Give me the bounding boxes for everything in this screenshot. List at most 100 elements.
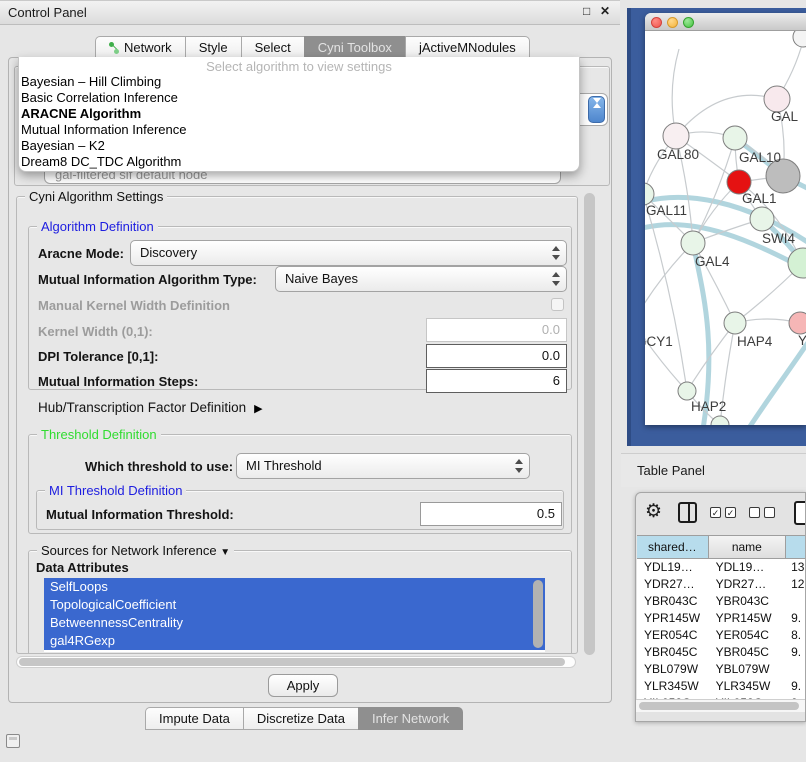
- which-threshold-combobox[interactable]: MI Threshold: [236, 453, 530, 479]
- column-header[interactable]: shared…: [637, 535, 709, 559]
- table-hscroll-thumb[interactable]: [639, 702, 799, 710]
- column-header[interactable]: name: [709, 535, 787, 559]
- kernel-width-label: Kernel Width (0,1):: [38, 324, 153, 339]
- table-cell: YDR27…: [637, 576, 709, 593]
- attribute-list-scrollbar[interactable]: [533, 580, 543, 648]
- hub-section-toggle[interactable]: Hub/Transcription Factor Definition▶: [38, 400, 263, 415]
- network-node[interactable]: [711, 416, 729, 425]
- aracne-mode-combobox[interactable]: Discovery: [130, 240, 567, 266]
- attribute-item[interactable]: BetweennessCentrality: [44, 614, 545, 632]
- mi-steps-label: Mutual Information Steps:: [38, 374, 198, 389]
- collapsed-panel-icon[interactable]: [6, 734, 20, 748]
- mi-type-combobox[interactable]: Naive Bayes: [275, 266, 567, 292]
- manual-kernel-checkbox[interactable]: [551, 298, 564, 311]
- network-graph[interactable]: GALGAL80GAL10GAL1GAL11SWI4GAL4GCY1HAP4YH…: [645, 31, 806, 425]
- network-edge[interactable]: [645, 322, 687, 391]
- table-row[interactable]: YBR045CYBR045C9.: [637, 644, 806, 661]
- unchecked-checkbox-icon[interactable]: [764, 507, 775, 518]
- network-node[interactable]: [663, 123, 689, 149]
- zoom-traffic-light[interactable]: [683, 17, 694, 28]
- minimize-traffic-light[interactable]: [667, 17, 678, 28]
- tab-network[interactable]: Network: [95, 36, 185, 59]
- algorithm-option[interactable]: Bayesian – Hill Climbing: [19, 74, 579, 90]
- table-horizontal-scrollbar[interactable]: [636, 699, 805, 712]
- close-traffic-light[interactable]: [651, 17, 662, 28]
- network-node[interactable]: [750, 207, 774, 231]
- tab-cyni-toolbox[interactable]: Cyni Toolbox: [304, 36, 405, 59]
- tab-style[interactable]: Style: [185, 36, 241, 59]
- tab-select[interactable]: Select: [241, 36, 304, 59]
- algorithm-option[interactable]: Dream8 DC_TDC Algorithm: [19, 154, 579, 170]
- node-label: HAP2: [691, 399, 726, 414]
- table-row[interactable]: YLR345WYLR345W9.: [637, 678, 806, 695]
- network-edge[interactable]: [645, 243, 693, 322]
- table-cell: YBR043C: [637, 593, 709, 610]
- settings-vertical-scrollbar[interactable]: [584, 193, 595, 655]
- unchecked-checkbox-icon[interactable]: [749, 507, 760, 518]
- network-node[interactable]: [723, 126, 747, 150]
- table-cell: 8.: [786, 627, 806, 644]
- hscroll-thumb[interactable]: [19, 658, 565, 666]
- network-edge[interactable]: [693, 243, 709, 425]
- node-label: GAL4: [695, 254, 730, 269]
- apply-button[interactable]: Apply: [268, 674, 338, 697]
- table-cell: YER054C: [637, 627, 709, 644]
- algorithm-option[interactable]: Bayesian – K2: [19, 138, 579, 154]
- table-toolbar: ⚙ ✓ ✓: [636, 493, 805, 535]
- network-edge[interactable]: [747, 341, 806, 425]
- close-panel-icon[interactable]: ✕: [600, 4, 610, 18]
- table-panel-title: Table Panel: [637, 463, 705, 478]
- table-row[interactable]: YPR145WYPR145W9.: [637, 610, 806, 627]
- attribute-item[interactable]: SelfLoops: [44, 578, 545, 596]
- network-node[interactable]: [788, 248, 806, 278]
- column-header[interactable]: [786, 535, 806, 559]
- table-grid: shared…name YDL19…YDL19…13YDR27…YDR27…12…: [637, 535, 806, 699]
- network-node[interactable]: [789, 312, 806, 334]
- attribute-item[interactable]: gal4RGexp: [44, 632, 545, 650]
- network-node[interactable]: [681, 231, 705, 255]
- network-view-window: GALGAL80GAL10GAL1GAL11SWI4GAL4GCY1HAP4YH…: [645, 13, 806, 425]
- table-row[interactable]: YBR043CYBR043C: [637, 593, 806, 610]
- bottom-tab-infer-network[interactable]: Infer Network: [358, 707, 463, 730]
- control-panel-tabbar: NetworkStyleSelectCyni ToolboxjActiveMNo…: [95, 36, 530, 59]
- network-icon: [109, 42, 120, 54]
- network-canvas[interactable]: GALGAL80GAL10GAL1GAL11SWI4GAL4GCY1HAP4YH…: [645, 31, 806, 425]
- checked-checkbox-icon[interactable]: ✓: [710, 507, 721, 518]
- algorithm-option[interactable]: Basic Correlation Inference: [19, 90, 579, 106]
- sources-group-title[interactable]: Sources for Network Inference ▼: [37, 543, 234, 558]
- network-node[interactable]: [793, 31, 806, 47]
- table-cell: 12: [786, 576, 806, 593]
- network-node[interactable]: [724, 312, 746, 334]
- network-node[interactable]: [678, 382, 696, 400]
- mi-type-value: Naive Bayes: [285, 271, 358, 286]
- attribute-item[interactable]: TopologicalCoefficient: [44, 596, 545, 614]
- network-window-titlebar[interactable]: [645, 13, 806, 31]
- algorithm-option[interactable]: ARACNE Algorithm: [19, 106, 579, 122]
- expand-arrow-icon: ▶: [254, 402, 262, 415]
- mi-steps-field[interactable]: 6: [426, 369, 567, 393]
- combobox-arrow-button[interactable]: [588, 96, 605, 123]
- float-panel-icon[interactable]: □: [583, 4, 590, 18]
- bottom-tab-impute-data[interactable]: Impute Data: [145, 707, 243, 730]
- gear-icon[interactable]: ⚙: [645, 500, 662, 523]
- bottom-tab-discretize-data[interactable]: Discretize Data: [243, 707, 358, 730]
- table-row[interactable]: YDL19…YDL19…13: [637, 559, 806, 576]
- mi-threshold-field[interactable]: 0.5: [420, 502, 562, 526]
- control-panel-title: Control Panel: [8, 5, 87, 20]
- columns-icon[interactable]: [678, 502, 697, 523]
- settings-horizontal-scrollbar[interactable]: [16, 656, 576, 668]
- algorithm-option[interactable]: Mutual Information Inference: [19, 122, 579, 138]
- tab-jactivemnodules[interactable]: jActiveMNodules: [405, 36, 530, 59]
- algorithm-dropdown-popup: Select algorithm to view settings Bayesi…: [18, 57, 580, 172]
- dpi-tolerance-label: DPI Tolerance [0,1]:: [38, 349, 158, 364]
- dpi-tolerance-field[interactable]: 0.0: [426, 344, 567, 368]
- table-row[interactable]: YER054CYER054C8.: [637, 627, 806, 644]
- kernel-width-field[interactable]: 0.0: [426, 318, 567, 342]
- algorithm-combobox-fragment[interactable]: [578, 93, 608, 126]
- table-row[interactable]: YDR27…YDR27…12: [637, 576, 806, 593]
- document-icon[interactable]: [794, 501, 806, 525]
- checked-checkbox-icon[interactable]: ✓: [725, 507, 736, 518]
- manual-kernel-label: Manual Kernel Width Definition: [38, 298, 230, 313]
- table-row[interactable]: YBL079WYBL079W: [637, 661, 806, 678]
- table-cell: 9.: [786, 644, 806, 661]
